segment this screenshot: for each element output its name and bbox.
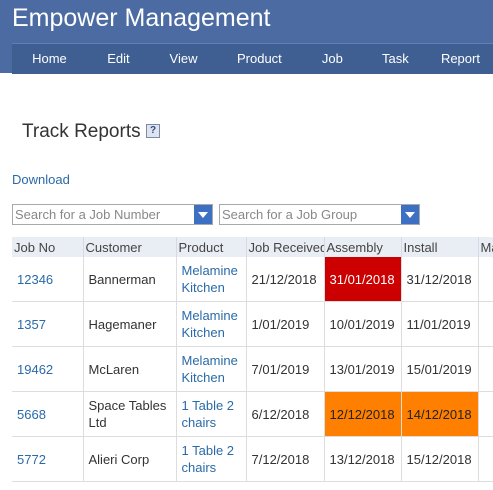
col-header-product[interactable]: Product bbox=[176, 237, 247, 257]
col-header-ma[interactable]: Ma bbox=[478, 237, 493, 257]
main-nav: Home Edit View Product Job Task Report bbox=[12, 43, 493, 74]
table-row[interactable]: 5772 Alieri Corp 1 Table 2 chairs 7/12/2018… bbox=[12, 436, 493, 482]
col-header-install[interactable]: Install bbox=[401, 237, 479, 257]
chevron-down-icon[interactable] bbox=[401, 205, 419, 224]
ma-cell bbox=[478, 301, 493, 347]
col-header-job-received[interactable]: Job Received bbox=[246, 237, 325, 257]
col-header-job-no[interactable]: Job No bbox=[12, 237, 84, 257]
nav-edit[interactable]: Edit bbox=[87, 44, 150, 74]
nav-report[interactable]: Report bbox=[428, 44, 493, 74]
chevron-down-icon[interactable] bbox=[194, 205, 212, 224]
job-no-cell[interactable]: 5668 bbox=[12, 391, 84, 437]
product-cell[interactable]: 1 Table 2 chairs bbox=[176, 436, 247, 482]
ma-cell bbox=[478, 257, 493, 302]
product-cell[interactable]: Melamine Kitchen bbox=[176, 346, 247, 392]
table-row[interactable]: 1357 Hagemaner Melamine Kitchen 1/01/2019 10… bbox=[12, 301, 493, 347]
assembly-cell: 10/01/2019 bbox=[324, 301, 402, 347]
assembly-cell: 13/12/2018 bbox=[324, 436, 402, 482]
install-cell: 15/01/2019 bbox=[401, 346, 479, 392]
table-row[interactable]: 5668 Space Tables Ltd 1 Table 2 chairs 6/12… bbox=[12, 391, 493, 437]
nav-home[interactable]: Home bbox=[12, 44, 87, 74]
job-group-search bbox=[219, 204, 420, 225]
customer-cell: McLaren bbox=[83, 346, 177, 392]
nav-product[interactable]: Product bbox=[217, 44, 302, 74]
app-title: Empower Management bbox=[12, 4, 271, 32]
job-received-cell: 1/01/2019 bbox=[246, 301, 325, 347]
nav-job[interactable]: Job bbox=[302, 44, 363, 74]
customer-cell: Bannerman bbox=[83, 257, 177, 302]
download-link[interactable]: Download bbox=[12, 172, 70, 187]
nav-view[interactable]: View bbox=[150, 44, 217, 74]
customer-cell: Alieri Corp bbox=[83, 436, 177, 482]
track-reports-table: Job No Customer Product Job Received Ass… bbox=[12, 237, 493, 482]
job-number-search bbox=[12, 204, 213, 225]
table-row[interactable]: 19462 McLaren Melamine Kitchen 7/01/2019 13/… bbox=[12, 346, 493, 392]
ma-cell bbox=[478, 391, 493, 437]
install-cell: 31/12/2018 bbox=[401, 257, 479, 302]
job-no-cell[interactable]: 19462 bbox=[12, 346, 84, 392]
ma-cell bbox=[478, 436, 493, 482]
assembly-cell: 31/01/2018 bbox=[324, 257, 402, 302]
col-header-assembly[interactable]: Assembly bbox=[324, 237, 402, 257]
job-group-search-input[interactable] bbox=[220, 205, 398, 224]
product-cell[interactable]: 1 Table 2 chairs bbox=[176, 391, 247, 437]
job-received-cell: 6/12/2018 bbox=[246, 391, 325, 437]
job-no-cell[interactable]: 12346 bbox=[12, 257, 84, 302]
job-no-cell[interactable]: 1357 bbox=[12, 301, 84, 347]
customer-cell: Hagemaner bbox=[83, 301, 177, 347]
install-cell: 14/12/2018 bbox=[401, 391, 479, 437]
install-cell: 11/01/2019 bbox=[401, 301, 479, 347]
page-title: Track Reports bbox=[22, 121, 141, 142]
product-cell[interactable]: Melamine Kitchen bbox=[176, 301, 247, 347]
customer-cell: Space Tables Ltd bbox=[83, 391, 177, 437]
install-cell: 15/12/2018 bbox=[401, 436, 479, 482]
assembly-cell: 13/01/2019 bbox=[324, 346, 402, 392]
job-received-cell: 7/12/2018 bbox=[246, 436, 325, 482]
assembly-cell: 12/12/2018 bbox=[324, 391, 402, 437]
nav-task[interactable]: Task bbox=[363, 44, 428, 74]
help-icon[interactable]: ? bbox=[146, 124, 160, 138]
product-cell[interactable]: Melamine Kitchen bbox=[176, 257, 247, 302]
col-header-customer[interactable]: Customer bbox=[83, 237, 177, 257]
job-number-search-input[interactable] bbox=[13, 205, 191, 224]
ma-cell bbox=[478, 346, 493, 392]
table-row[interactable]: 12346 Bannerman Melamine Kitchen 21/12/2018… bbox=[12, 257, 493, 302]
job-no-cell[interactable]: 5772 bbox=[12, 436, 84, 482]
job-received-cell: 21/12/2018 bbox=[246, 257, 325, 302]
job-received-cell: 7/01/2019 bbox=[246, 346, 325, 392]
table-header-row: Job No Customer Product Job Received Ass… bbox=[12, 237, 493, 257]
